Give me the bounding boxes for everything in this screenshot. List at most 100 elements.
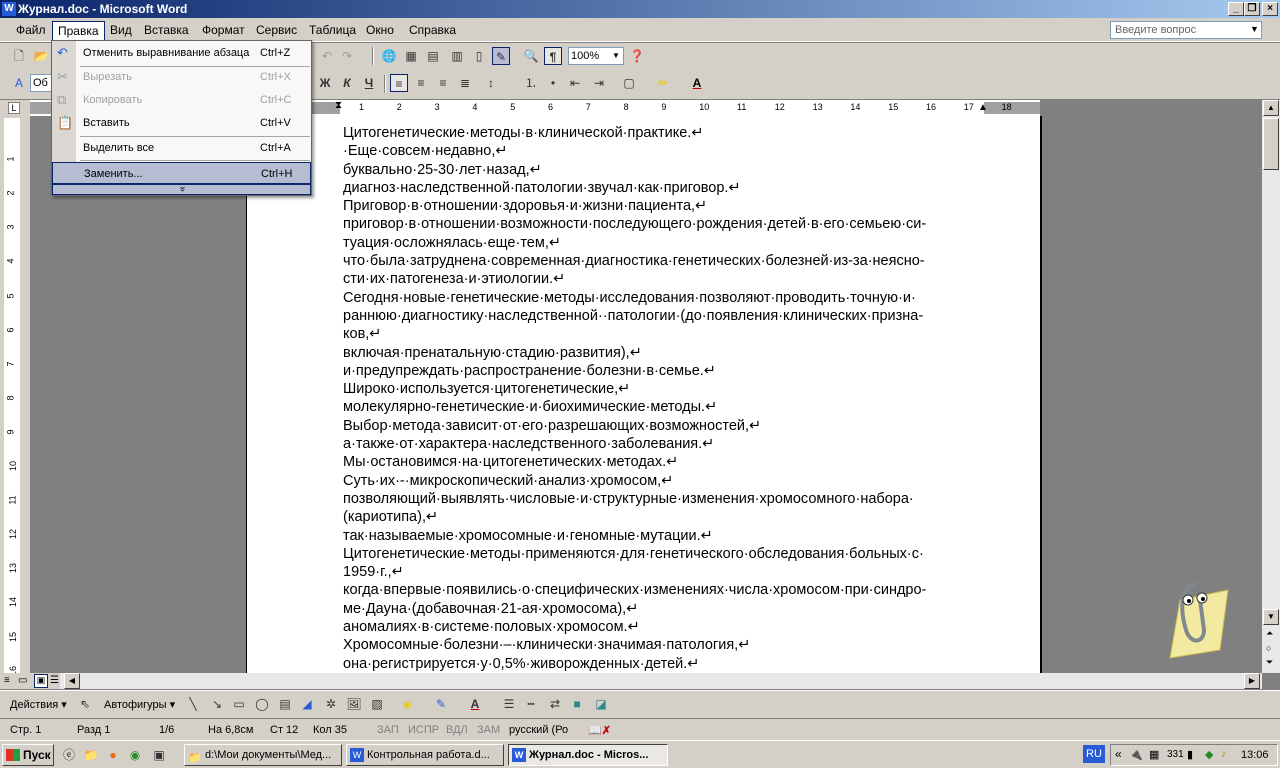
justify-icon[interactable]: ≣ xyxy=(456,74,474,92)
help-dropdown-icon[interactable]: ▼ xyxy=(1250,24,1259,34)
autoshapes-menu[interactable]: Автофигуры ▾ xyxy=(104,698,175,711)
draw-actions-menu[interactable]: Действия ▾ xyxy=(10,698,67,711)
menu-window[interactable]: Окно xyxy=(366,23,394,37)
menu-item-select-all[interactable]: Выделить все Ctrl+A xyxy=(52,137,311,159)
open-icon[interactable]: 📂 xyxy=(32,47,50,65)
right-indent-marker[interactable]: ▲ xyxy=(978,102,988,113)
document-line[interactable]: ·Еще·совсем·недавно,↵ xyxy=(343,142,983,160)
office-assistant[interactable] xyxy=(1160,570,1230,660)
next-page-icon[interactable]: ⏷ xyxy=(1266,657,1273,668)
wordart-icon[interactable]: ◢ xyxy=(298,695,316,713)
tray-expand-icon[interactable]: « xyxy=(1115,747,1122,761)
tray-volume-icon[interactable]: ♪ xyxy=(1221,748,1227,760)
status-track-changes[interactable]: ИСПР xyxy=(408,724,439,736)
quicklaunch-ie-icon[interactable]: ⓔ xyxy=(60,746,78,764)
tab-stop-selector-icon[interactable]: L xyxy=(8,102,20,114)
redo-icon[interactable]: ↷ xyxy=(338,47,356,65)
numbering-icon[interactable]: ⒈ xyxy=(522,74,540,92)
styles-formatting-icon[interactable]: A xyxy=(10,74,28,92)
document-line[interactable]: (кариотипа),↵ xyxy=(343,508,983,526)
web-view-icon[interactable]: ▭ xyxy=(18,675,27,686)
highlight-icon[interactable]: ✏ xyxy=(654,74,672,92)
restore-button[interactable]: ❐ xyxy=(1244,2,1260,16)
align-right-icon[interactable]: ≡ xyxy=(434,74,452,92)
menu-edit[interactable]: Правка xyxy=(52,21,105,41)
scroll-left-button[interactable]: ◀ xyxy=(64,673,80,689)
scroll-thumb[interactable] xyxy=(1263,118,1279,170)
new-document-icon[interactable]: 🗋 xyxy=(10,47,28,65)
3d-icon[interactable]: ◪ xyxy=(592,695,610,713)
document-line[interactable]: позволяющий·выявлять·числовые·и·структур… xyxy=(343,490,983,508)
menu-item-paste[interactable]: 📋 Вставить Ctrl+V xyxy=(52,112,311,134)
menu-format[interactable]: Формат xyxy=(202,23,245,37)
document-line[interactable]: а·также·от·характера·наследственного·заб… xyxy=(343,435,983,453)
document-page[interactable]: Цитогенетические·методы·в·клинической·пр… xyxy=(246,116,1042,673)
menu-insert[interactable]: Вставка xyxy=(144,23,189,37)
vertical-ruler[interactable]: 1 2 3 4 5 6 7 8 9 10 11 12 13 14 15 16 xyxy=(4,118,20,676)
line-spacing-icon[interactable]: ↕ xyxy=(482,74,500,92)
underline-icon[interactable]: Ч xyxy=(360,74,378,92)
document-line[interactable]: она·регистрируется·у·0,5%·живорожденных·… xyxy=(343,655,983,673)
document-line[interactable]: диагноз·наследственной·патологии·звучал·… xyxy=(343,179,983,197)
bold-icon[interactable]: Ж xyxy=(316,74,334,92)
oval-icon[interactable]: ◯ xyxy=(253,695,271,713)
document-line[interactable]: включая·пренатальную·стадию·развития),↵ xyxy=(343,344,983,362)
document-line[interactable]: буквально·25-30·лет·назад,↵ xyxy=(343,161,983,179)
diagram-icon[interactable]: ✲ xyxy=(322,695,340,713)
document-line[interactable]: так·называемые·хромосомные·и·геномные·му… xyxy=(343,527,983,545)
shadow-icon[interactable]: ■ xyxy=(568,695,586,713)
menu-help[interactable]: Справка xyxy=(409,23,456,37)
zoom-dropdown-icon[interactable]: ▼ xyxy=(612,51,620,60)
prev-page-icon[interactable]: ⏶ xyxy=(1266,628,1273,639)
menu-view[interactable]: Вид xyxy=(110,23,132,37)
document-line[interactable]: молекулярно-генетические·и·биохимические… xyxy=(343,398,983,416)
document-line[interactable]: Цитогенетические·методы·в·клинической·пр… xyxy=(343,124,983,142)
style-select[interactable]: Об xyxy=(30,74,52,92)
document-line[interactable]: аномалиях·в·системе·половых·хромосом.↵ xyxy=(343,618,983,636)
menu-item-undo[interactable]: ↶ Отменить выравнивание абзаца Ctrl+Z xyxy=(52,42,311,64)
insert-excel-icon[interactable]: ▥ xyxy=(448,47,466,65)
insert-table-icon[interactable]: ▤ xyxy=(424,47,442,65)
minimize-button[interactable]: _ xyxy=(1228,2,1244,16)
quicklaunch-media-icon[interactable]: ◉ xyxy=(126,746,144,764)
menu-file[interactable]: Файл xyxy=(16,23,46,37)
clipart-icon[interactable]: 🖼 xyxy=(345,695,363,713)
menu-item-copy[interactable]: ⧉ Копировать Ctrl+C xyxy=(52,89,311,111)
document-line[interactable]: раннюю·диагностику·наследственной··патол… xyxy=(343,307,983,325)
drawing-font-color-icon[interactable]: A xyxy=(466,695,484,713)
document-line[interactable]: Хромосомные·болезни·–·клинически·значима… xyxy=(343,636,983,654)
document-map-icon[interactable]: 🔍 xyxy=(522,47,540,65)
undo-dropdown-icon[interactable]: ↶ xyxy=(318,47,336,65)
spelling-status-icon[interactable]: 📖✗ xyxy=(588,724,611,737)
status-record[interactable]: ЗАП xyxy=(377,724,399,736)
tables-borders-icon[interactable]: ▦ xyxy=(402,47,420,65)
document-line[interactable]: Приговор·в·отношении·здоровья·и·жизни·па… xyxy=(343,197,983,215)
help-icon[interactable]: ❓ xyxy=(628,47,646,65)
scroll-up-button[interactable]: ▲ xyxy=(1263,100,1279,116)
columns-icon[interactable]: ▯ xyxy=(470,47,488,65)
print-layout-view-icon[interactable]: ▣ xyxy=(34,674,48,688)
line-icon[interactable]: ╲ xyxy=(184,695,202,713)
menu-table[interactable]: Таблица xyxy=(309,23,356,37)
horizontal-scrollbar[interactable]: ≡ ▭ ▣ ☰ ◀ ▶ xyxy=(0,673,1262,689)
tray-app-icon[interactable]: ▮ xyxy=(1187,748,1193,761)
picture-icon[interactable]: ▨ xyxy=(368,695,386,713)
line-color-icon[interactable]: ✎ xyxy=(432,695,450,713)
document-line[interactable]: Суть·их·-·микроскопический·анализ·хромос… xyxy=(343,472,983,490)
scroll-right-button[interactable]: ▶ xyxy=(1244,673,1260,689)
arrow-style-icon[interactable]: ⇄ xyxy=(546,695,564,713)
textbox-icon[interactable]: ▤ xyxy=(276,695,294,713)
tray-status-icon[interactable]: ◆ xyxy=(1205,748,1213,761)
start-button[interactable]: Пуск xyxy=(2,744,54,766)
tray-counter[interactable]: 331 xyxy=(1167,749,1184,760)
document-line[interactable]: что·была·затруднена·современная·диагност… xyxy=(343,252,983,270)
document-line[interactable]: Цитогенетические·методы·применяются·для·… xyxy=(343,545,983,563)
task-word-journal[interactable]: W Журнал.doc - Micros... xyxy=(508,744,668,766)
quicklaunch-app-icon[interactable]: ▣ xyxy=(150,746,168,764)
arrow-icon[interactable]: ↘ xyxy=(208,695,226,713)
line-style-icon[interactable]: ☰ xyxy=(500,695,518,713)
document-line[interactable]: Сегодня·новые·генетические·методы·исслед… xyxy=(343,289,983,307)
increase-indent-icon[interactable]: ⇥ xyxy=(590,74,608,92)
menu-tools[interactable]: Сервис xyxy=(256,23,297,37)
document-text[interactable]: Цитогенетические·методы·в·клинической·пр… xyxy=(343,124,983,673)
